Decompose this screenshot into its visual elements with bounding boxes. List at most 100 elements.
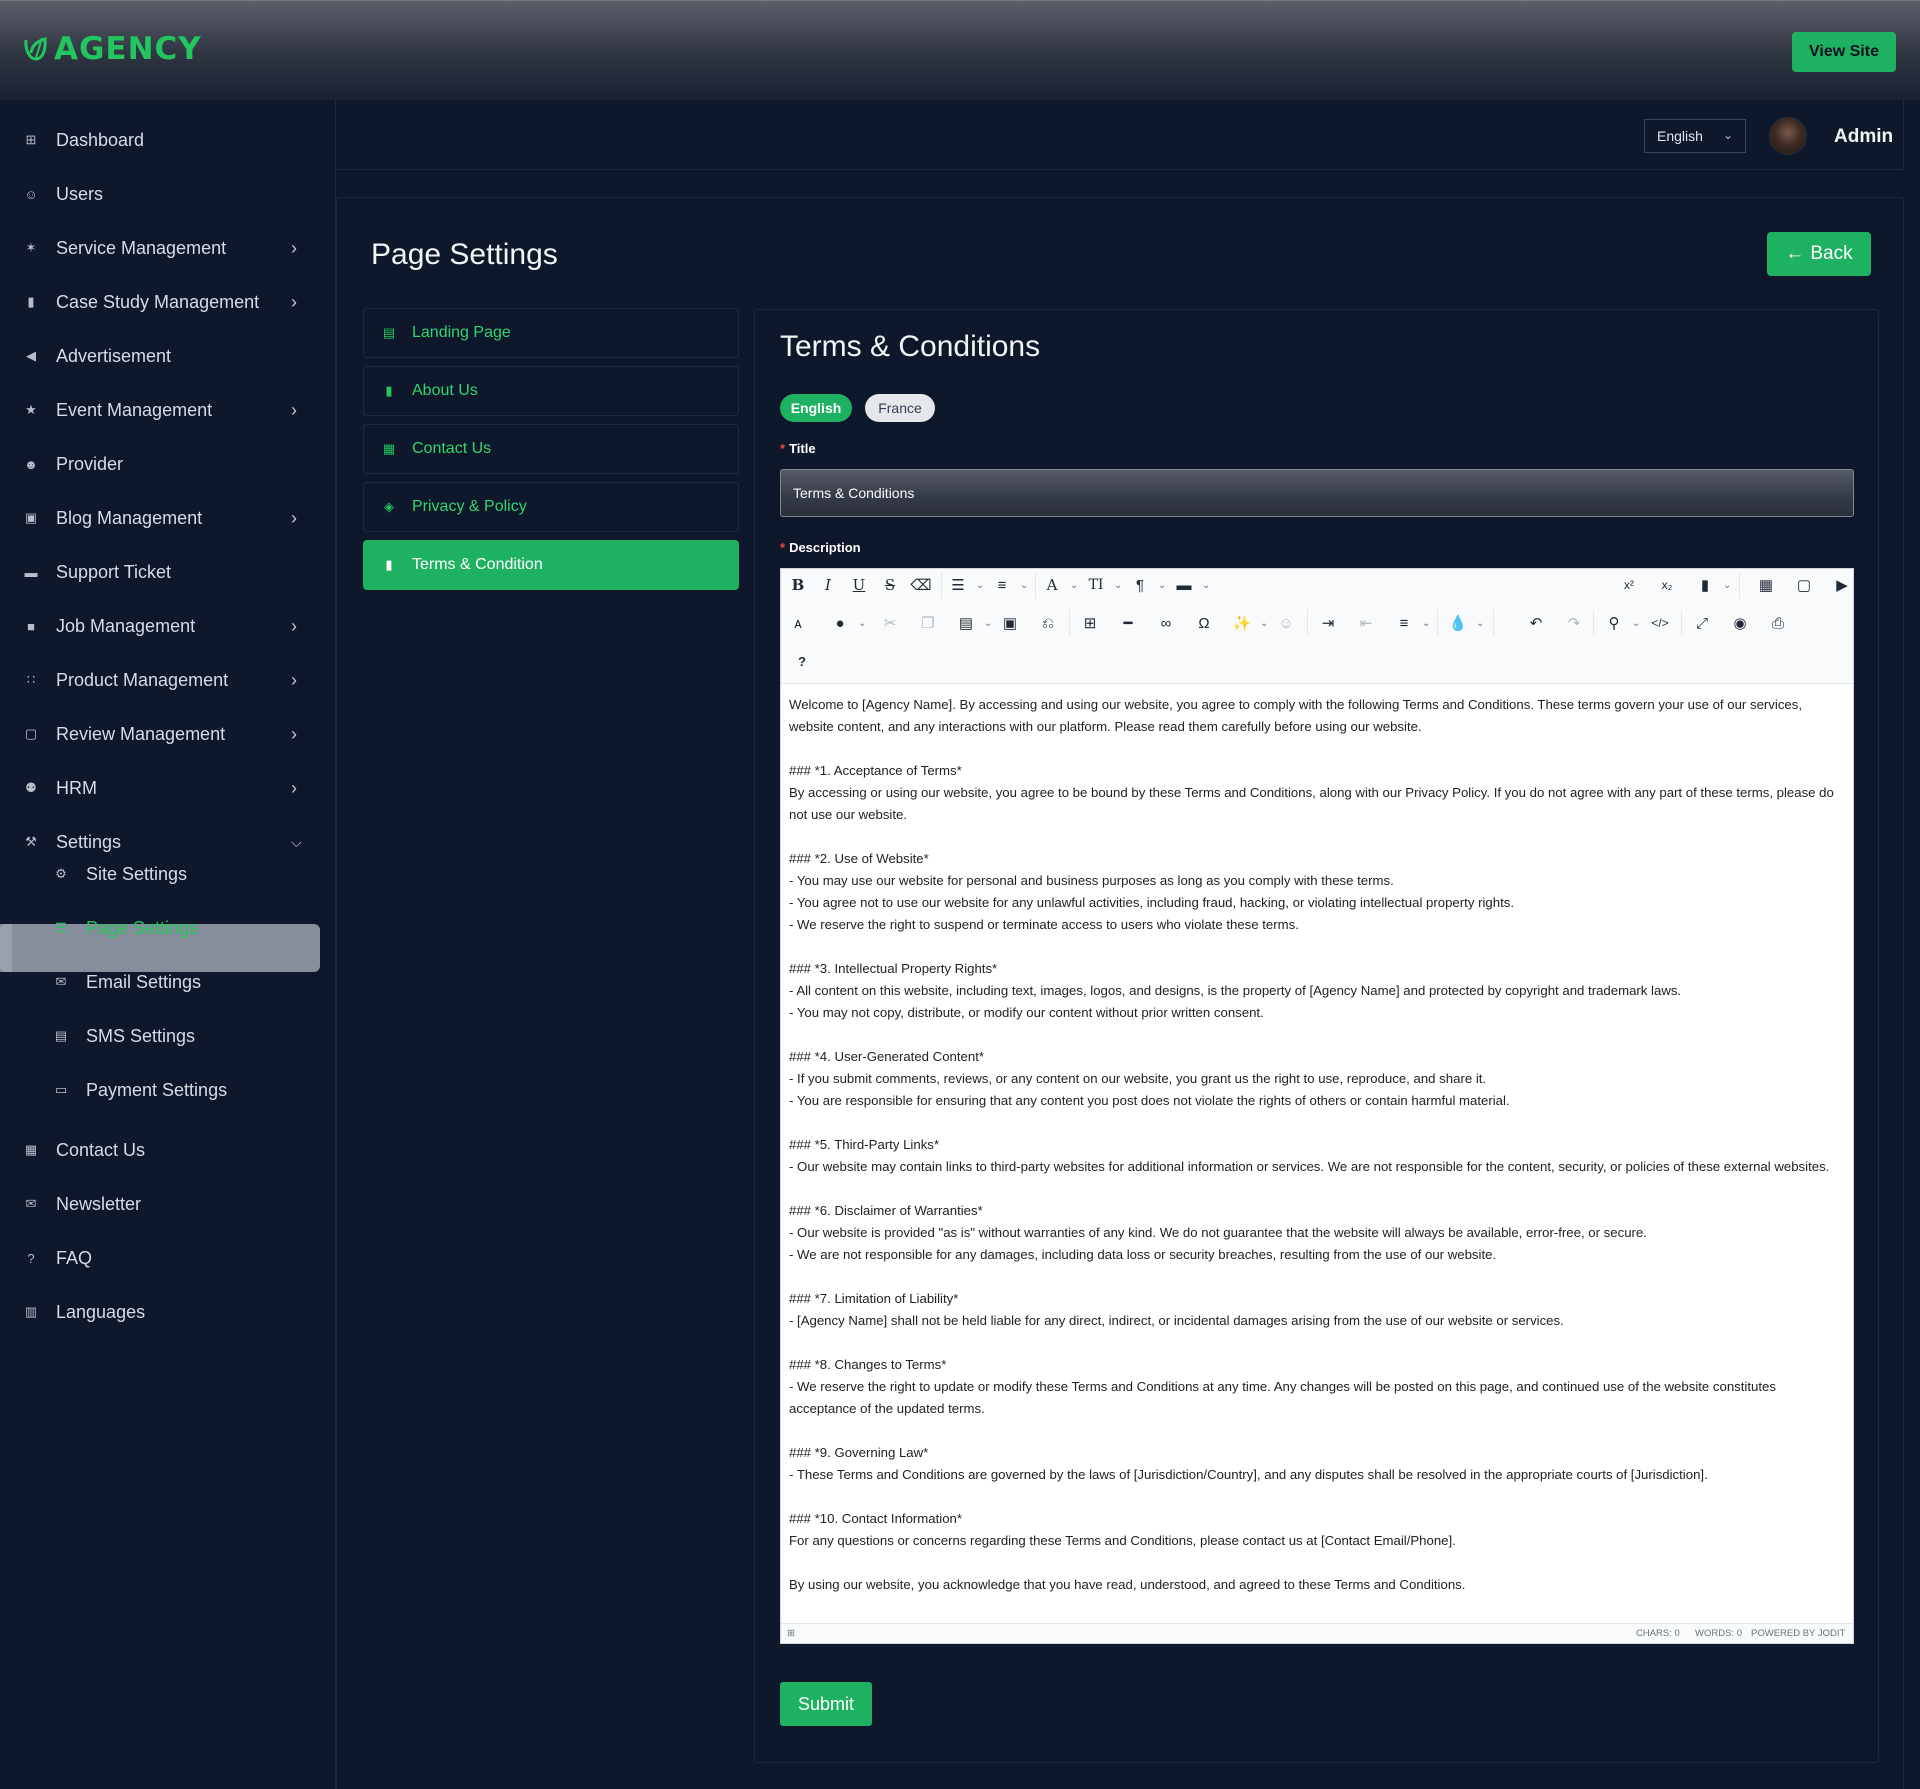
- editor-paragraph: - Our website may contain links to third…: [789, 1159, 1830, 1174]
- sidebar-item-event-management[interactable]: ★ Event Management ›: [0, 383, 336, 437]
- select-all-icon[interactable]: ▣: [997, 610, 1023, 636]
- underline-icon[interactable]: U: [846, 572, 872, 598]
- sidebar-item-languages[interactable]: ▥ Languages: [0, 1285, 336, 1339]
- help-icon[interactable]: ?: [789, 648, 815, 674]
- chevron-down-icon[interactable]: ⌄: [1476, 618, 1484, 629]
- superscript-icon[interactable]: x²: [1616, 572, 1642, 598]
- sidebar-subitem-page-settings[interactable]: ☰ Page Settings: [0, 901, 336, 955]
- video-icon[interactable]: ▶: [1829, 572, 1855, 598]
- bold-icon[interactable]: B: [785, 572, 811, 598]
- chevron-down-icon[interactable]: ⌄: [984, 618, 992, 629]
- page-icon: ☰: [55, 920, 67, 935]
- title-input[interactable]: Terms & Conditions: [780, 469, 1854, 517]
- submit-button[interactable]: Submit: [780, 1682, 872, 1726]
- redo-icon[interactable]: ↷: [1561, 610, 1587, 636]
- chevron-down-icon[interactable]: ⌄: [1202, 580, 1210, 591]
- table-icon[interactable]: ⊞: [1077, 610, 1103, 636]
- source-code-icon[interactable]: </>: [1647, 610, 1673, 636]
- logo[interactable]: AGENCY: [22, 31, 202, 67]
- outdent-icon[interactable]: ⇤: [1353, 610, 1379, 636]
- editor-paragraph: [789, 1112, 1845, 1134]
- sidebar-item-label: Case Study Management: [56, 291, 260, 312]
- tab-privacy-policy[interactable]: ◈ Privacy & Policy: [363, 482, 739, 532]
- chevron-down-icon[interactable]: ⌄: [858, 618, 866, 629]
- view-site-button[interactable]: View Site: [1792, 32, 1896, 72]
- print-icon[interactable]: ⎙: [1765, 610, 1791, 636]
- tab-terms-condition[interactable]: ▮ Terms & Condition: [363, 540, 739, 590]
- chevron-down-icon[interactable]: ⌄: [1070, 580, 1078, 591]
- chevron-down-icon[interactable]: ⌄: [1632, 618, 1640, 629]
- sidebar-item-newsletter[interactable]: ✉ Newsletter: [0, 1177, 336, 1231]
- tab-landing-page[interactable]: ▤ Landing Page: [363, 308, 739, 358]
- fullscreen-icon[interactable]: ⤢: [1689, 610, 1715, 636]
- chevron-down-icon[interactable]: ⌄: [1422, 618, 1430, 629]
- align-left-icon[interactable]: ≡: [1391, 610, 1417, 636]
- tab-contact-us[interactable]: ▦ Contact Us: [363, 424, 739, 474]
- sidebar-subitem-sms-settings[interactable]: ▤ SMS Settings: [0, 1009, 336, 1063]
- powered-by[interactable]: POWERED BY JODIT: [1751, 1628, 1845, 1639]
- sidebar-item-faq[interactable]: ? FAQ: [0, 1231, 336, 1285]
- indent-icon[interactable]: ⇥: [1315, 610, 1341, 636]
- paste-icon[interactable]: ▤: [953, 610, 979, 636]
- sidebar-item-dashboard[interactable]: ⊞ Dashboard: [0, 113, 336, 167]
- editor-content[interactable]: Welcome to [Agency Name]. By accessing a…: [789, 694, 1845, 1596]
- rich-text-editor[interactable]: B I U S ⌫ ☰ ⌄ ≡ ⌄ A ⌄ TI ⌄ ¶ ⌄ ▬ ⌄ x² x₂…: [780, 568, 1854, 1644]
- undo-icon[interactable]: ↶: [1523, 610, 1549, 636]
- font-size-icon[interactable]: TI: [1083, 572, 1109, 598]
- sidebar-item-support-ticket[interactable]: ▬ Support Ticket: [0, 545, 336, 599]
- language-select[interactable]: English ⌄: [1644, 119, 1746, 153]
- sidebar-item-case-study-management[interactable]: ▮ Case Study Management ›: [0, 275, 336, 329]
- user-name[interactable]: Admin: [1834, 126, 1893, 148]
- sidebar-item-hrm[interactable]: ⚉ HRM ›: [0, 761, 336, 815]
- search-icon[interactable]: ⚲: [1601, 610, 1627, 636]
- sidebar-item-advertisement[interactable]: ◀ Advertisement: [0, 329, 336, 383]
- sidebar-item-service-management[interactable]: ✶ Service Management ›: [0, 221, 336, 275]
- spellcheck-icon[interactable]: ᴀ: [785, 610, 811, 636]
- tab-about-us[interactable]: ▮ About Us: [363, 366, 739, 416]
- bullet-list-icon[interactable]: ☰: [945, 572, 971, 598]
- sidebar-subitem-site-settings[interactable]: ⚙ Site Settings: [0, 847, 336, 901]
- robot-icon[interactable]: ☺: [1273, 610, 1299, 636]
- subscript-icon[interactable]: x₂: [1654, 572, 1680, 598]
- chevron-down-icon[interactable]: ⌄: [976, 580, 984, 591]
- sidebar-item-job-management[interactable]: ■ Job Management ›: [0, 599, 336, 653]
- lang-tab-france[interactable]: France: [865, 394, 935, 422]
- eraser-icon[interactable]: ⌫: [908, 572, 934, 598]
- chevron-down-icon[interactable]: ⌄: [1158, 580, 1166, 591]
- microphone-icon[interactable]: ●: [827, 610, 853, 636]
- sidebar-item-review-management[interactable]: ▢ Review Management ›: [0, 707, 336, 761]
- file-icon[interactable]: ▮: [1692, 572, 1718, 598]
- copy-icon[interactable]: ❐: [915, 610, 941, 636]
- lang-tab-english[interactable]: English: [780, 394, 852, 422]
- special-character-icon[interactable]: Ω: [1191, 610, 1217, 636]
- image-icon[interactable]: ▦: [1753, 572, 1779, 598]
- sidebar-item-provider[interactable]: ☻ Provider: [0, 437, 336, 491]
- ai-assistant-icon[interactable]: ✨: [1229, 610, 1255, 636]
- sidebar-subitem-email-settings[interactable]: ✉ Email Settings: [0, 955, 336, 1009]
- resize-handle-icon[interactable]: ⊞: [787, 1628, 795, 1639]
- paragraph-icon[interactable]: ¶: [1127, 572, 1153, 598]
- italic-icon[interactable]: I: [815, 572, 841, 598]
- chevron-down-icon[interactable]: ⌄: [1114, 580, 1122, 591]
- sidebar-item-users[interactable]: ☺ Users: [0, 167, 336, 221]
- chevron-down-icon[interactable]: ⌄: [1020, 580, 1028, 591]
- format-painter-icon[interactable]: ⎌: [1035, 610, 1061, 636]
- numbered-list-icon[interactable]: ≡: [989, 572, 1015, 598]
- font-icon[interactable]: A: [1039, 572, 1065, 598]
- strikethrough-icon[interactable]: S: [877, 572, 903, 598]
- color-fill-icon[interactable]: 💧: [1445, 610, 1471, 636]
- sidebar-subitem-payment-settings[interactable]: ▭ Payment Settings: [0, 1063, 336, 1117]
- preview-eye-icon[interactable]: ◉: [1727, 610, 1753, 636]
- horizontal-rule-icon[interactable]: ━: [1115, 610, 1141, 636]
- line-height-icon[interactable]: ▬: [1171, 572, 1197, 598]
- cut-icon[interactable]: ✂: [877, 610, 903, 636]
- avatar[interactable]: [1769, 117, 1807, 155]
- sidebar-item-blog-management[interactable]: ▣ Blog Management ›: [0, 491, 336, 545]
- sidebar-item-product-management[interactable]: ∷ Product Management ›: [0, 653, 336, 707]
- chevron-down-icon[interactable]: ⌄: [1260, 618, 1268, 629]
- sidebar-item-contact-us[interactable]: ▦ Contact Us: [0, 1123, 336, 1177]
- link-icon[interactable]: ∞: [1153, 610, 1179, 636]
- chevron-down-icon[interactable]: ⌄: [1723, 580, 1731, 591]
- document-icon[interactable]: ▢: [1791, 572, 1817, 598]
- back-button[interactable]: ← Back: [1767, 232, 1871, 276]
